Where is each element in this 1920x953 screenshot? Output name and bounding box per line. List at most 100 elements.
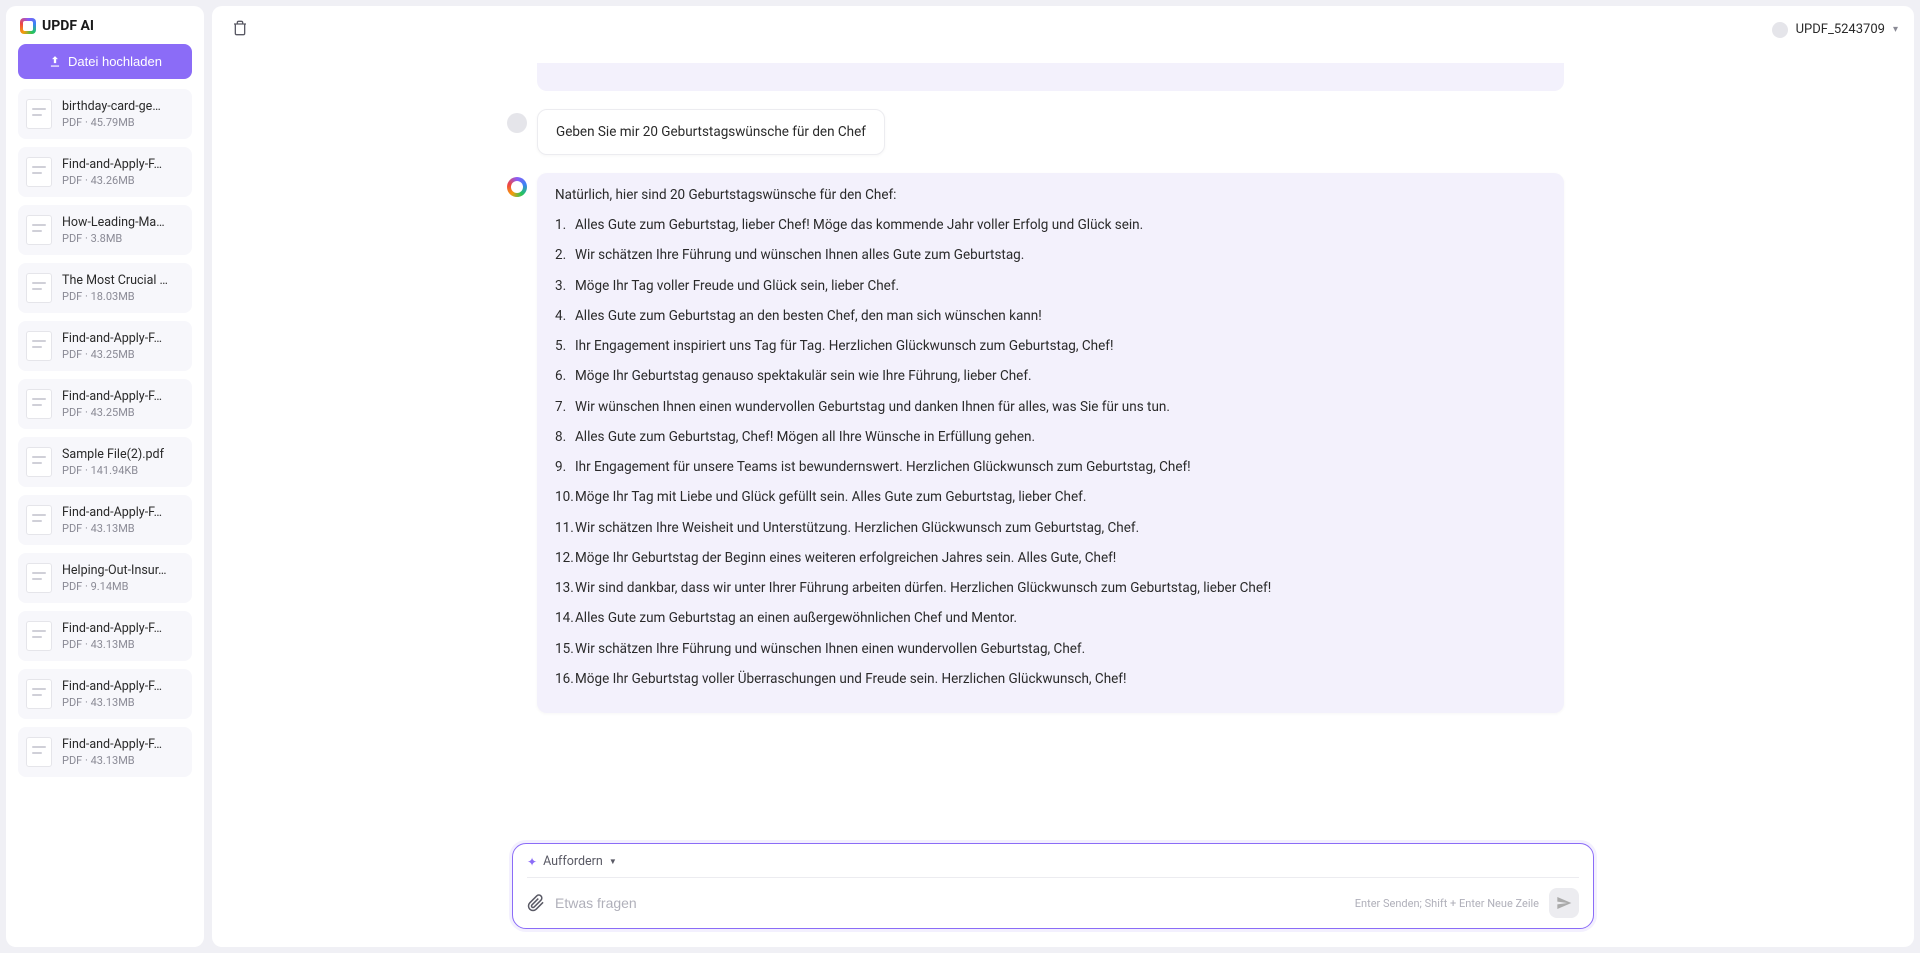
logo-icon xyxy=(20,18,36,34)
file-item[interactable]: birthday-card-ge… PDF · 45.79MB xyxy=(18,89,192,139)
file-icon xyxy=(26,389,52,419)
file-name: birthday-card-ge… xyxy=(62,99,184,114)
wish-item: Möge Ihr Tag mit Liebe und Glück gefüllt… xyxy=(555,487,1546,507)
file-icon xyxy=(26,447,52,477)
wish-item: Wir sind dankbar, dass wir unter Ihrer F… xyxy=(555,578,1546,598)
file-name: Find-and-Apply-F… xyxy=(62,331,184,346)
user-avatar-icon xyxy=(1772,22,1788,38)
file-list: birthday-card-ge… PDF · 45.79MB Find-and… xyxy=(6,89,204,947)
chat-area: Geben Sie mir 20 Geburtstagswünsche für … xyxy=(212,53,1914,831)
send-button[interactable] xyxy=(1549,888,1579,918)
file-item[interactable]: Find-and-Apply-F… PDF · 43.25MB xyxy=(18,321,192,371)
file-item[interactable]: Find-and-Apply-F… PDF · 43.13MB xyxy=(18,611,192,661)
file-info: Find-and-Apply-F… PDF · 43.13MB xyxy=(62,505,184,535)
file-item[interactable]: Find-and-Apply-F… PDF · 43.26MB xyxy=(18,147,192,197)
file-icon xyxy=(26,273,52,303)
paperclip-icon[interactable] xyxy=(527,894,545,912)
wish-item: Alles Gute zum Geburtstag an einen außer… xyxy=(555,608,1546,628)
file-info: Find-and-Apply-F… PDF · 43.25MB xyxy=(62,389,184,419)
file-name: Find-and-Apply-F… xyxy=(62,737,184,752)
file-meta: PDF · 43.13MB xyxy=(62,638,184,651)
prompt-label: Auffordern xyxy=(543,854,603,869)
file-name: How-Leading-Ma… xyxy=(62,215,184,230)
user-message: Geben Sie mir 20 Geburtstagswünsche für … xyxy=(537,109,885,155)
main-header: UPDF_5243709 ▾ xyxy=(212,6,1914,53)
file-icon xyxy=(26,505,52,535)
file-info: Find-and-Apply-F… PDF · 43.13MB xyxy=(62,621,184,651)
file-item[interactable]: How-Leading-Ma… PDF · 3.8MB xyxy=(18,205,192,255)
bot-intro: Natürlich, hier sind 20 Geburtstagswünsc… xyxy=(555,187,1546,203)
bot-message: Natürlich, hier sind 20 Geburtstagswünsc… xyxy=(537,173,1564,713)
file-icon xyxy=(26,331,52,361)
file-info: Find-and-Apply-F… PDF · 43.25MB xyxy=(62,331,184,361)
bot-avatar-icon xyxy=(507,177,527,197)
file-item[interactable]: Find-and-Apply-F… PDF · 43.13MB xyxy=(18,495,192,545)
file-meta: PDF · 43.25MB xyxy=(62,348,184,361)
file-icon xyxy=(26,737,52,767)
file-info: Find-and-Apply-F… PDF · 43.13MB xyxy=(62,679,184,709)
user-menu[interactable]: UPDF_5243709 ▾ xyxy=(1772,22,1898,38)
wish-list: Alles Gute zum Geburtstag, lieber Chef! … xyxy=(555,215,1546,689)
file-item[interactable]: Find-and-Apply-F… PDF · 43.13MB xyxy=(18,727,192,777)
file-item[interactable]: The Most Crucial … PDF · 18.03MB xyxy=(18,263,192,313)
user-message-row: Geben Sie mir 20 Geburtstagswünsche für … xyxy=(507,109,1884,155)
file-info: How-Leading-Ma… PDF · 3.8MB xyxy=(62,215,184,245)
file-name: Find-and-Apply-F… xyxy=(62,621,184,636)
file-meta: PDF · 43.26MB xyxy=(62,174,184,187)
upload-icon xyxy=(48,55,62,69)
file-name: Find-and-Apply-F… xyxy=(62,679,184,694)
bot-message-row: Natürlich, hier sind 20 Geburtstagswünsc… xyxy=(507,173,1884,713)
main-panel: UPDF_5243709 ▾ Geben Sie mir 20 Geburtst… xyxy=(212,6,1914,947)
input-zone: ✦ Auffordern ▼ Enter Senden; Shift + Ent… xyxy=(212,831,1914,947)
wish-item: Wir schätzen Ihre Weisheit und Unterstüt… xyxy=(555,518,1546,538)
sparkle-icon: ✦ xyxy=(527,855,537,869)
username: UPDF_5243709 xyxy=(1796,22,1885,37)
chat-input[interactable] xyxy=(555,895,1345,911)
wish-item: Möge Ihr Tag voller Freude und Glück sei… xyxy=(555,276,1546,296)
file-icon xyxy=(26,99,52,129)
file-meta: PDF · 43.13MB xyxy=(62,522,184,535)
file-icon xyxy=(26,621,52,651)
wish-item: Möge Ihr Geburtstag der Beginn eines wei… xyxy=(555,548,1546,568)
file-item[interactable]: Find-and-Apply-F… PDF · 43.25MB xyxy=(18,379,192,429)
file-icon xyxy=(26,157,52,187)
file-item[interactable]: Helping-Out-Insur… PDF · 9.14MB xyxy=(18,553,192,603)
upload-label: Datei hochladen xyxy=(68,54,162,69)
file-icon xyxy=(26,215,52,245)
wish-item: Wir schätzen Ihre Führung und wünschen I… xyxy=(555,639,1546,659)
file-info: Helping-Out-Insur… PDF · 9.14MB xyxy=(62,563,184,593)
prompt-selector[interactable]: ✦ Auffordern ▼ xyxy=(527,854,1579,877)
chevron-down-icon: ▼ xyxy=(609,857,617,866)
file-icon xyxy=(26,679,52,709)
delete-button[interactable] xyxy=(228,16,252,43)
file-info: The Most Crucial … PDF · 18.03MB xyxy=(62,273,184,303)
wish-item: Wir wünschen Ihnen einen wundervollen Ge… xyxy=(555,397,1546,417)
file-name: Find-and-Apply-F… xyxy=(62,157,184,172)
file-meta: PDF · 9.14MB xyxy=(62,580,184,593)
user-avatar-icon xyxy=(507,113,527,133)
chevron-down-icon: ▾ xyxy=(1893,24,1898,35)
file-item[interactable]: Find-and-Apply-F… PDF · 43.13MB xyxy=(18,669,192,719)
wish-item: Alles Gute zum Geburtstag an den besten … xyxy=(555,306,1546,326)
file-meta: PDF · 141.94KB xyxy=(62,464,184,477)
sidebar-header: UPDF AI xyxy=(6,6,204,44)
file-item[interactable]: Sample File(2).pdf PDF · 141.94KB xyxy=(18,437,192,487)
file-meta: PDF · 3.8MB xyxy=(62,232,184,245)
file-name: The Most Crucial … xyxy=(62,273,184,288)
file-info: Find-and-Apply-F… PDF · 43.13MB xyxy=(62,737,184,767)
file-info: Find-and-Apply-F… PDF · 43.26MB xyxy=(62,157,184,187)
file-meta: PDF · 18.03MB xyxy=(62,290,184,303)
wish-item: Ihr Engagement für unsere Teams ist bewu… xyxy=(555,457,1546,477)
file-name: Sample File(2).pdf xyxy=(62,447,184,462)
upload-button[interactable]: Datei hochladen xyxy=(18,44,192,79)
send-icon xyxy=(1556,895,1572,911)
file-meta: PDF · 45.79MB xyxy=(62,116,184,129)
wish-item: Möge Ihr Geburtstag genauso spektakulär … xyxy=(555,366,1546,386)
wish-item: Alles Gute zum Geburtstag, lieber Chef! … xyxy=(555,215,1546,235)
wish-item: Möge Ihr Geburtstag voller Überraschunge… xyxy=(555,669,1546,689)
file-meta: PDF · 43.25MB xyxy=(62,406,184,419)
file-meta: PDF · 43.13MB xyxy=(62,696,184,709)
file-info: birthday-card-ge… PDF · 45.79MB xyxy=(62,99,184,129)
file-icon xyxy=(26,563,52,593)
prev-bot-message-cut xyxy=(537,63,1564,91)
